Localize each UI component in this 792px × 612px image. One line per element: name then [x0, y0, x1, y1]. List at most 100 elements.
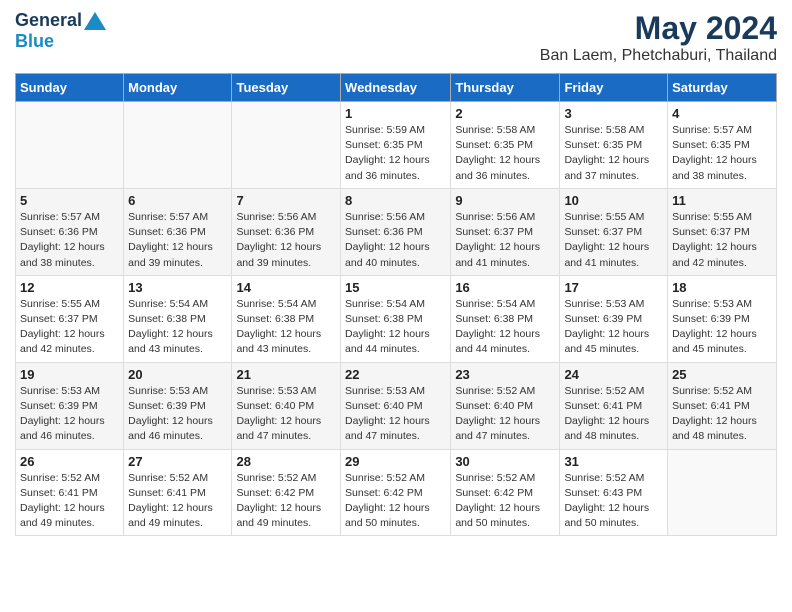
day-info: Sunrise: 5:52 AMSunset: 6:42 PMDaylight:… [455, 471, 555, 532]
day-info: Sunrise: 5:56 AMSunset: 6:36 PMDaylight:… [236, 210, 336, 271]
week-row-5: 26Sunrise: 5:52 AMSunset: 6:41 PMDayligh… [16, 449, 777, 536]
day-info: Sunrise: 5:54 AMSunset: 6:38 PMDaylight:… [128, 297, 227, 358]
title-block: May 2024 Ban Laem, Phetchaburi, Thailand [540, 10, 777, 65]
day-info: Sunrise: 5:53 AMSunset: 6:39 PMDaylight:… [128, 384, 227, 445]
day-number: 17 [564, 280, 663, 295]
day-cell [16, 102, 124, 189]
day-cell: 18 Sunrise: 5:53 AMSunset: 6:39 PMDayligh… [668, 275, 777, 362]
day-cell: 13 Sunrise: 5:54 AMSunset: 6:38 PMDayligh… [124, 275, 232, 362]
day-number: 14 [236, 280, 336, 295]
day-info: Sunrise: 5:52 AMSunset: 6:41 PMDaylight:… [564, 384, 663, 445]
day-number: 25 [672, 367, 772, 382]
day-cell: 8Sunrise: 5:56 AMSunset: 6:36 PMDaylight… [341, 188, 451, 275]
day-number: 4 [672, 106, 772, 121]
day-cell: 22 Sunrise: 5:53 AMSunset: 6:40 PMDayligh… [341, 362, 451, 449]
day-info: Sunrise: 5:55 AMSunset: 6:37 PMDaylight:… [20, 297, 119, 358]
day-info: Sunrise: 5:53 AMSunset: 6:40 PMDaylight:… [236, 384, 336, 445]
calendar-container: General Blue May 2024 Ban Laem, Phetchab… [0, 0, 792, 546]
day-cell [668, 449, 777, 536]
week-row-2: 5 Sunrise: 5:57 AMSunset: 6:36 PMDaylight… [16, 188, 777, 275]
day-number: 11 [672, 193, 772, 208]
day-info: Sunrise: 5:53 AMSunset: 6:39 PMDaylight:… [672, 297, 772, 358]
day-number: 20 [128, 367, 227, 382]
week-row-3: 12 Sunrise: 5:55 AMSunset: 6:37 PMDayligh… [16, 275, 777, 362]
day-number: 13 [128, 280, 227, 295]
day-cell: 27Sunrise: 5:52 AMSunset: 6:41 PMDayligh… [124, 449, 232, 536]
day-number: 16 [455, 280, 555, 295]
day-cell: 25Sunrise: 5:52 AMSunset: 6:41 PMDayligh… [668, 362, 777, 449]
day-cell: 19 Sunrise: 5:53 AMSunset: 6:39 PMDayligh… [16, 362, 124, 449]
day-info: Sunrise: 5:52 AMSunset: 6:43 PMDaylight:… [564, 471, 663, 532]
week-row-4: 19 Sunrise: 5:53 AMSunset: 6:39 PMDayligh… [16, 362, 777, 449]
main-title: May 2024 [540, 10, 777, 47]
header-cell-friday: Friday [560, 74, 668, 102]
header-cell-wednesday: Wednesday [341, 74, 451, 102]
day-cell: 3 Sunrise: 5:58 AMSunset: 6:35 PMDaylight… [560, 102, 668, 189]
day-number: 7 [236, 193, 336, 208]
day-number: 19 [20, 367, 119, 382]
day-cell: 20 Sunrise: 5:53 AMSunset: 6:39 PMDayligh… [124, 362, 232, 449]
day-cell: 12 Sunrise: 5:55 AMSunset: 6:37 PMDayligh… [16, 275, 124, 362]
day-info: Sunrise: 5:53 AMSunset: 6:40 PMDaylight:… [345, 384, 446, 445]
day-number: 15 [345, 280, 446, 295]
day-number: 30 [455, 454, 555, 469]
day-info: Sunrise: 5:58 AMSunset: 6:35 PMDaylight:… [564, 123, 663, 184]
day-cell: 14Sunrise: 5:54 AMSunset: 6:38 PMDayligh… [232, 275, 341, 362]
day-number: 8 [345, 193, 446, 208]
day-cell: 7 Sunrise: 5:56 AMSunset: 6:36 PMDaylight… [232, 188, 341, 275]
day-cell: 11 Sunrise: 5:55 AMSunset: 6:37 PMDayligh… [668, 188, 777, 275]
day-cell: 16 Sunrise: 5:54 AMSunset: 6:38 PMDayligh… [451, 275, 560, 362]
day-info: Sunrise: 5:57 AMSunset: 6:36 PMDaylight:… [128, 210, 227, 271]
day-cell: 24 Sunrise: 5:52 AMSunset: 6:41 PMDayligh… [560, 362, 668, 449]
header-cell-tuesday: Tuesday [232, 74, 341, 102]
day-cell: 23Sunrise: 5:52 AMSunset: 6:40 PMDayligh… [451, 362, 560, 449]
day-number: 6 [128, 193, 227, 208]
day-number: 18 [672, 280, 772, 295]
header-cell-saturday: Saturday [668, 74, 777, 102]
calendar-table: SundayMondayTuesdayWednesdayThursdayFrid… [15, 73, 777, 536]
day-info: Sunrise: 5:53 AMSunset: 6:39 PMDaylight:… [564, 297, 663, 358]
day-number: 24 [564, 367, 663, 382]
day-cell: 21 Sunrise: 5:53 AMSunset: 6:40 PMDayligh… [232, 362, 341, 449]
day-number: 10 [564, 193, 663, 208]
week-row-1: 1Sunrise: 5:59 AMSunset: 6:35 PMDaylight… [16, 102, 777, 189]
day-number: 31 [564, 454, 663, 469]
day-info: Sunrise: 5:52 AMSunset: 6:41 PMDaylight:… [20, 471, 119, 532]
day-info: Sunrise: 5:54 AMSunset: 6:38 PMDaylight:… [345, 297, 446, 358]
day-info: Sunrise: 5:54 AMSunset: 6:38 PMDaylight:… [455, 297, 555, 358]
day-cell: 10 Sunrise: 5:55 AMSunset: 6:37 PMDayligh… [560, 188, 668, 275]
day-cell: 5 Sunrise: 5:57 AMSunset: 6:36 PMDaylight… [16, 188, 124, 275]
day-cell: 2Sunrise: 5:58 AMSunset: 6:35 PMDaylight… [451, 102, 560, 189]
day-info: Sunrise: 5:55 AMSunset: 6:37 PMDaylight:… [564, 210, 663, 271]
header-cell-sunday: Sunday [16, 74, 124, 102]
day-cell: 30 Sunrise: 5:52 AMSunset: 6:42 PMDayligh… [451, 449, 560, 536]
day-cell: 31 Sunrise: 5:52 AMSunset: 6:43 PMDayligh… [560, 449, 668, 536]
day-number: 5 [20, 193, 119, 208]
day-number: 3 [564, 106, 663, 121]
day-info: Sunrise: 5:52 AMSunset: 6:42 PMDaylight:… [345, 471, 446, 532]
day-info: Sunrise: 5:57 AMSunset: 6:35 PMDaylight:… [672, 123, 772, 184]
day-cell: 17 Sunrise: 5:53 AMSunset: 6:39 PMDayligh… [560, 275, 668, 362]
logo: General Blue [15, 10, 106, 52]
day-info: Sunrise: 5:56 AMSunset: 6:37 PMDaylight:… [455, 210, 555, 271]
day-number: 21 [236, 367, 336, 382]
header-cell-monday: Monday [124, 74, 232, 102]
day-number: 9 [455, 193, 555, 208]
subtitle: Ban Laem, Phetchaburi, Thailand [540, 47, 777, 65]
day-number: 12 [20, 280, 119, 295]
day-number: 28 [236, 454, 336, 469]
day-number: 22 [345, 367, 446, 382]
day-cell: 28Sunrise: 5:52 AMSunset: 6:42 PMDayligh… [232, 449, 341, 536]
day-cell: 15 Sunrise: 5:54 AMSunset: 6:38 PMDayligh… [341, 275, 451, 362]
day-cell: 1Sunrise: 5:59 AMSunset: 6:35 PMDaylight… [341, 102, 451, 189]
logo-blue-text: Blue [15, 31, 54, 52]
day-number: 23 [455, 367, 555, 382]
day-info: Sunrise: 5:57 AMSunset: 6:36 PMDaylight:… [20, 210, 119, 271]
day-info: Sunrise: 5:53 AMSunset: 6:39 PMDaylight:… [20, 384, 119, 445]
day-cell [232, 102, 341, 189]
logo-general-text: General [15, 10, 82, 31]
day-info: Sunrise: 5:55 AMSunset: 6:37 PMDaylight:… [672, 210, 772, 271]
day-info: Sunrise: 5:52 AMSunset: 6:41 PMDaylight:… [128, 471, 227, 532]
day-cell: 9 Sunrise: 5:56 AMSunset: 6:37 PMDaylight… [451, 188, 560, 275]
logo-icon [84, 12, 106, 30]
